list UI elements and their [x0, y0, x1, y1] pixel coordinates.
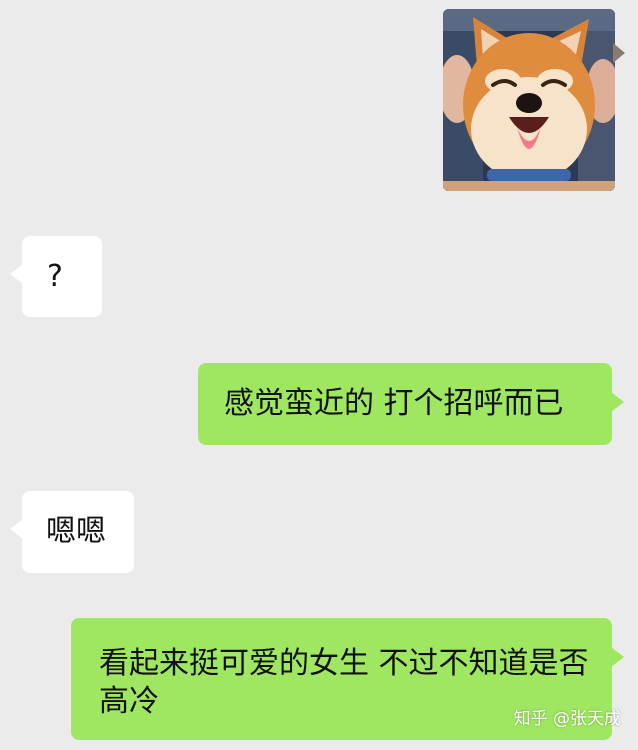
message-text: ?: [47, 259, 63, 294]
image-message[interactable]: [443, 9, 625, 191]
zhihu-watermark: 知乎 @张天成: [513, 709, 621, 729]
chat-conversation: ? 感觉蛮近的 打个招呼而已 嗯嗯 看起来挺可爱的女生 不过不知道是否高冷 知乎…: [0, 0, 638, 750]
shiba-inu-image: [443, 9, 615, 191]
incoming-message[interactable]: 嗯嗯: [10, 491, 134, 573]
bubble-tail: [10, 264, 23, 284]
bubble-tail: [10, 519, 23, 539]
outgoing-message[interactable]: 感觉蛮近的 打个招呼而已: [198, 363, 624, 445]
incoming-message[interactable]: ?: [10, 236, 102, 317]
shiba-inu-photo[interactable]: [443, 9, 615, 191]
bubble-tail: [611, 392, 624, 412]
bubble-tail: [613, 43, 625, 63]
bubble-tail: [611, 647, 624, 667]
message-text: 感觉蛮近的 打个招呼而已: [224, 386, 564, 421]
message-text: 嗯嗯: [46, 514, 106, 549]
